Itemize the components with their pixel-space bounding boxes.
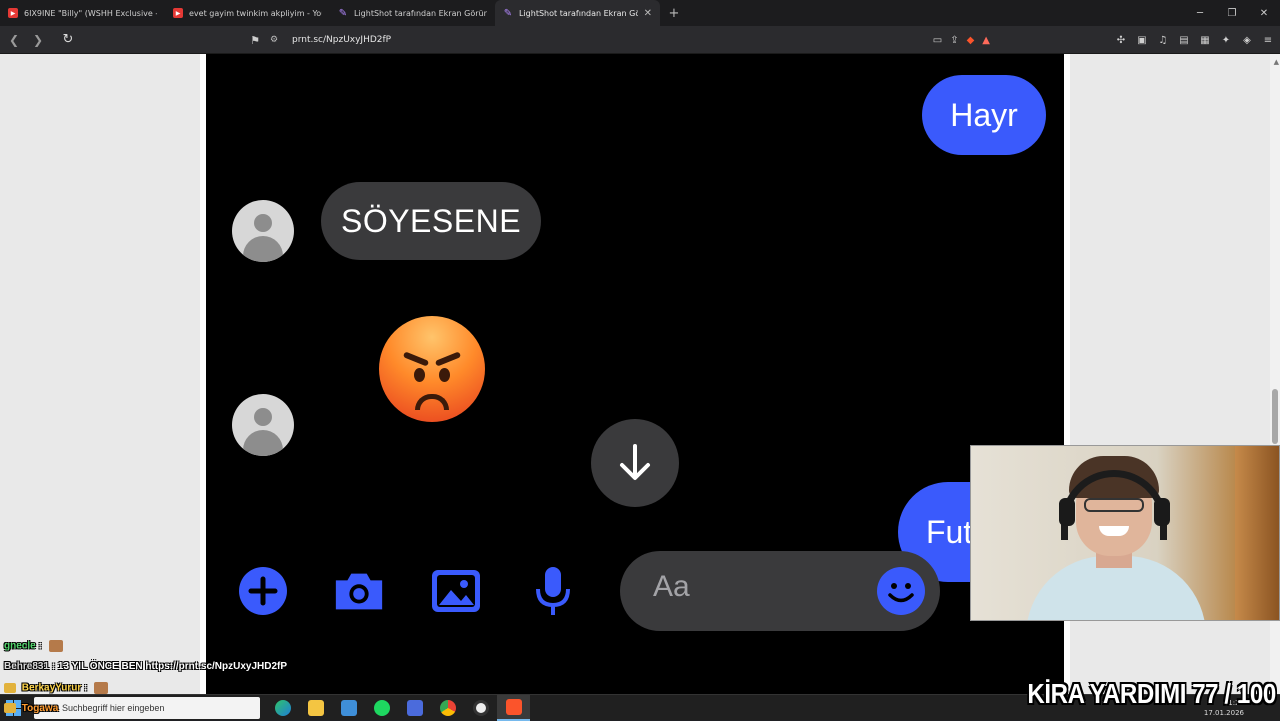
message-composer: Aa	[620, 551, 940, 631]
chat-username: BerkayYurur	[21, 682, 82, 694]
chat-username: Togawa	[21, 703, 59, 714]
extensions-icon[interactable]: ✣	[1115, 35, 1127, 46]
minimize-icon[interactable]: ─	[1184, 0, 1216, 26]
obs-icon[interactable]	[464, 695, 497, 721]
reload-icon[interactable]: ↻	[58, 30, 78, 50]
bookmark-icon[interactable]: ⚑	[246, 30, 264, 50]
youtube-icon: ▶	[173, 8, 183, 18]
tab-title: 6IX9INE "Billy" (WSHH Exclusive - Offi	[24, 8, 157, 18]
chat-message: gnecle :	[4, 640, 63, 652]
screenshot-icon[interactable]: ▣	[1136, 35, 1148, 46]
spotify-icon[interactable]	[365, 695, 398, 721]
address-bar-actions: ▭ ⇪ ◆ ▲	[933, 30, 990, 50]
close-window-icon[interactable]: ✕	[1248, 0, 1280, 26]
webcam-overlay	[970, 445, 1280, 621]
brave-shields-icon[interactable]: ◆	[967, 35, 975, 46]
chat-username: gnecle	[4, 640, 36, 652]
url-text[interactable]: prnt.sc/NpzUxyJHD2fP	[292, 35, 391, 45]
window-controls: ─ ❐ ✕	[1184, 0, 1280, 26]
gallery-icon	[429, 564, 483, 618]
scroll-up-arrow[interactable]: ▲	[1274, 58, 1279, 66]
tab-3[interactable]: ✎ LightShot tarafından Ekran Görüntüs	[330, 0, 495, 26]
app-icon[interactable]	[332, 695, 365, 721]
sidebar-icon[interactable]: ▤	[1178, 35, 1190, 46]
brave-icon[interactable]	[497, 695, 530, 721]
brave-rewards-icon[interactable]: ▲	[982, 35, 990, 46]
tab-4-active[interactable]: ✎ LightShot tarafından Ekran Görü ✕	[495, 0, 660, 26]
restore-icon[interactable]: ❐	[1216, 0, 1248, 26]
chrome-icon[interactable]	[431, 695, 464, 721]
microphone-icon	[526, 564, 580, 618]
wallet-icon[interactable]: ▦	[1199, 35, 1211, 46]
lightshot-icon: ✎	[338, 7, 348, 19]
message-incoming: SÖYESENE	[321, 182, 541, 260]
address-bar[interactable]: ⚙ prnt.sc/NpzUxyJHD2fP ▭ ⇪ ◆ ▲	[270, 30, 990, 50]
sub-badge-icon	[4, 683, 16, 693]
leo-ai-icon[interactable]: ✦	[1220, 35, 1232, 46]
media-icon[interactable]: ♫	[1157, 35, 1169, 46]
chat-username: Behre831	[4, 661, 50, 672]
vpn-icon[interactable]: ◈	[1241, 35, 1253, 46]
chat-text: :	[38, 640, 42, 652]
stream-overlay-title: KİRA YARDIMI 77 / 100	[1027, 678, 1277, 709]
chat-message: BerkayYurur :	[4, 682, 109, 694]
emoji-smile-icon	[876, 566, 926, 616]
share-icon[interactable]: ⇪	[950, 35, 958, 46]
tab-title: LightShot tarafından Ekran Görüntüs	[354, 8, 487, 18]
sub-badge-icon	[4, 703, 16, 714]
camera-icon	[332, 564, 386, 618]
forward-icon[interactable]: ❯	[28, 30, 48, 50]
chat-text: : 13 YIL ÖNCE BEN https://prnt.sc/NpzUxy…	[51, 661, 288, 672]
new-tab-button[interactable]: +	[664, 6, 684, 21]
tab-1[interactable]: ▶ 6IX9INE "Billy" (WSHH Exclusive - Offi	[0, 0, 165, 26]
taskbar-search[interactable]: ⌕ Suchbegriff hier eingeben	[34, 697, 260, 719]
tab-strip: ▶ 6IX9INE "Billy" (WSHH Exclusive - Offi…	[0, 0, 1280, 26]
navigation-bar: ❮ ❯ ↻ ⚑ ⚙ prnt.sc/NpzUxyJHD2fP ▭ ⇪ ◆ ▲ ✣…	[0, 26, 1280, 54]
scroll-down-icon	[591, 419, 679, 507]
tab-2[interactable]: ▶ evet gayim twinkim akpliyim - YouTu	[165, 0, 330, 26]
site-info-icon[interactable]: ⚙	[270, 35, 284, 45]
emote-icon	[48, 640, 63, 652]
youtube-icon: ▶	[8, 8, 18, 18]
menu-icon[interactable]: ≡	[1262, 35, 1274, 46]
edge-icon[interactable]	[266, 695, 299, 721]
lightshot-icon: ✎	[503, 7, 513, 19]
taskbar-apps	[266, 695, 530, 721]
search-placeholder: Suchbegriff hier eingeben	[62, 703, 165, 713]
contact-avatar	[232, 394, 294, 456]
chat-message: Togawa	[4, 703, 58, 714]
lightshot-image: Hayr SÖYESENE Fut Aa	[206, 54, 1064, 694]
cast-icon[interactable]: ▭	[933, 35, 942, 46]
chat-message: Behre831 : 13 YIL ÖNCE BEN https://prnt.…	[4, 661, 287, 672]
angry-emoji	[379, 316, 485, 422]
back-icon[interactable]: ❮	[4, 30, 24, 50]
scrollbar-thumb[interactable]	[1272, 389, 1278, 444]
chat-text: :	[84, 682, 88, 694]
contact-avatar	[232, 200, 294, 262]
tab-title: evet gayim twinkim akpliyim - YouTu	[189, 8, 322, 18]
plus-icon	[236, 564, 290, 618]
close-tab-icon[interactable]: ✕	[644, 8, 652, 19]
composer-placeholder: Aa	[653, 570, 690, 603]
emote-icon	[94, 682, 109, 694]
file-explorer-icon[interactable]	[299, 695, 332, 721]
calculator-icon[interactable]	[398, 695, 431, 721]
message-outgoing: Hayr	[922, 75, 1046, 155]
toolbar-extensions: ✣ ▣ ♫ ▤ ▦ ✦ ◈ ≡	[1115, 30, 1274, 50]
tab-title: LightShot tarafından Ekran Görü	[519, 8, 638, 18]
